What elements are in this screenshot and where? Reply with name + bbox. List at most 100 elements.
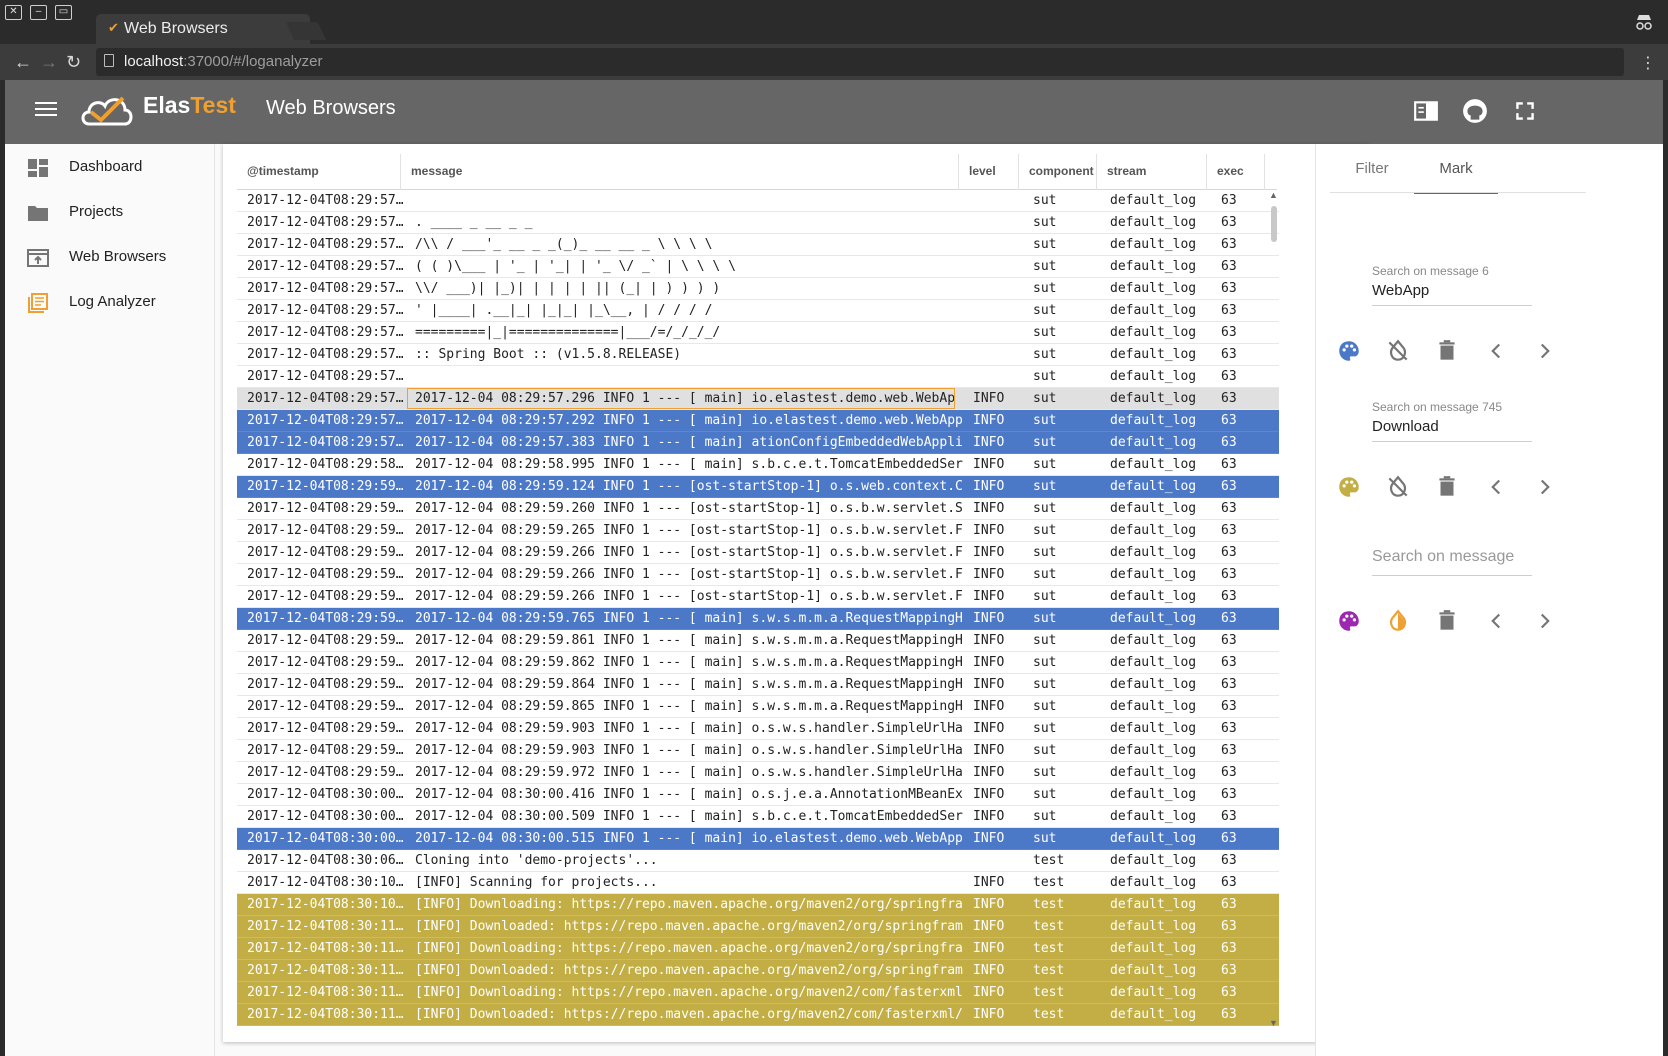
cell-stream: default_log [1110, 875, 1197, 890]
table-row[interactable]: 2017-12-04T08:29:59… 2017-12-04 08:29:59.… [237, 740, 1279, 762]
scroll-up-icon[interactable]: ▲ [1269, 190, 1278, 200]
invert-colors-off-icon[interactable] [1385, 474, 1411, 500]
window-maximize-button[interactable]: ▭ [55, 5, 72, 20]
palette-icon[interactable] [1336, 608, 1362, 634]
table-row[interactable]: 2017-12-04T08:29:57… 2017-12-04 08:29:57.… [237, 388, 1279, 410]
table-row[interactable]: 2017-12-04T08:29:59… 2017-12-04 08:29:59.… [237, 542, 1279, 564]
mark-search-input[interactable]: Search on message 6 WebApp [1372, 264, 1532, 306]
github-icon[interactable] [1462, 98, 1488, 124]
cell-timestamp: 2017-12-04T08:29:59… [247, 589, 403, 604]
table-row[interactable]: 2017-12-04T08:30:00… 2017-12-04 08:30:00.… [237, 806, 1279, 828]
table-row[interactable]: 2017-12-04T08:30:10… [INFO] Scanning for … [237, 872, 1279, 894]
cell-timestamp: 2017-12-04T08:29:59… [247, 699, 403, 714]
table-row[interactable]: 2017-12-04T08:30:00… 2017-12-04 08:30:00.… [237, 828, 1279, 850]
cell-component: sut [1033, 193, 1057, 208]
table-row[interactable]: 2017-12-04T08:29:57… sut default_log 63 [237, 366, 1279, 388]
table-row[interactable]: 2017-12-04T08:30:06… Cloning into 'demo-p… [237, 850, 1279, 872]
table-row[interactable]: 2017-12-04T08:29:59… 2017-12-04 08:29:59.… [237, 696, 1279, 718]
cell-timestamp: 2017-12-04T08:29:57… [247, 193, 403, 208]
page-info-icon[interactable] [104, 54, 114, 67]
delete-icon[interactable] [1434, 338, 1460, 364]
table-row[interactable]: 2017-12-04T08:29:57… \\/ ___)| |_)| | | |… [237, 278, 1279, 300]
table-row[interactable]: 2017-12-04T08:29:59… 2017-12-04 08:29:59.… [237, 608, 1279, 630]
table-row[interactable]: 2017-12-04T08:29:59… 2017-12-04 08:29:59.… [237, 564, 1279, 586]
mark-search-input[interactable]: Search on message [1372, 534, 1532, 576]
table-row[interactable]: 2017-12-04T08:29:57… ' |____| .__|_| |_|_… [237, 300, 1279, 322]
tab-filter[interactable]: Filter [1330, 152, 1414, 194]
browser-menu-icon[interactable]: ⋮ [1640, 53, 1656, 73]
table-row[interactable]: 2017-12-04T08:29:57… ( ( )\___ | '_ | '_|… [237, 256, 1279, 278]
table-row[interactable]: 2017-12-04T08:30:11… [INFO] Downloading: … [237, 938, 1279, 960]
fullscreen-icon[interactable] [1512, 98, 1538, 124]
column-header-timestamp[interactable]: @timestamp [237, 154, 401, 190]
chevron-right-icon[interactable] [1532, 608, 1558, 634]
palette-icon[interactable] [1336, 474, 1362, 500]
table-row[interactable]: 2017-12-04T08:29:57… . ____ _ __ _ _ sut de… [237, 212, 1279, 234]
table-row[interactable]: 2017-12-04T08:29:59… 2017-12-04 08:29:59.… [237, 718, 1279, 740]
table-row[interactable]: 2017-12-04T08:29:59… 2017-12-04 08:29:59.… [237, 762, 1279, 784]
table-row[interactable]: 2017-12-04T08:30:11… [INFO] Downloaded: h… [237, 1004, 1279, 1026]
table-row[interactable]: 2017-12-04T08:29:59… 2017-12-04 08:29:59.… [237, 674, 1279, 696]
grid-header: @timestamp message level component strea… [237, 154, 1277, 190]
sidebar-item-web-browsers[interactable]: Web Browsers [5, 236, 215, 280]
table-row[interactable]: 2017-12-04T08:29:57… /\\ / ___'_ __ _ _(_… [237, 234, 1279, 256]
delete-icon[interactable] [1434, 608, 1460, 634]
column-header-stream[interactable]: stream [1097, 154, 1207, 190]
mark-search-input[interactable]: Search on message 745 Download [1372, 400, 1532, 442]
table-row[interactable]: 2017-12-04T08:29:58… 2017-12-04 08:29:58.… [237, 454, 1279, 476]
table-row[interactable]: 2017-12-04T08:29:59… 2017-12-04 08:29:59.… [237, 476, 1279, 498]
table-row[interactable]: 2017-12-04T08:30:10… [INFO] Downloading: … [237, 894, 1279, 916]
column-header-level[interactable]: level [959, 154, 1019, 190]
table-row[interactable]: 2017-12-04T08:30:11… [INFO] Downloaded: h… [237, 916, 1279, 938]
chevron-left-icon[interactable] [1483, 338, 1509, 364]
scroll-down-icon[interactable]: ▼ [1269, 1018, 1278, 1028]
web-browsers-icon [27, 249, 49, 267]
column-header-component[interactable]: component [1019, 154, 1097, 190]
table-row[interactable]: 2017-12-04T08:29:59… 2017-12-04 08:29:59.… [237, 652, 1279, 674]
panel-toggle-icon[interactable] [1413, 98, 1439, 124]
chevron-left-icon[interactable] [1483, 608, 1509, 634]
reload-icon[interactable]: ↻ [66, 52, 81, 73]
cell-component: sut [1033, 391, 1057, 406]
tab-mark[interactable]: Mark [1414, 152, 1498, 194]
sidebar-item-projects[interactable]: Projects [5, 191, 215, 235]
delete-icon[interactable] [1434, 474, 1460, 500]
chevron-left-icon[interactable] [1483, 474, 1509, 500]
window-close-button[interactable]: ✕ [5, 5, 22, 20]
chevron-right-icon[interactable] [1532, 338, 1558, 364]
table-row[interactable]: 2017-12-04T08:30:11… [INFO] Downloaded: h… [237, 960, 1279, 982]
grid-scrollbar[interactable]: ▲ ▼ [1267, 190, 1281, 1028]
window-minimize-button[interactable]: – [30, 5, 47, 20]
invert-colors-off-icon[interactable] [1385, 338, 1411, 364]
cell-timestamp: 2017-12-04T08:29:57… [247, 215, 403, 230]
scrollbar-thumb[interactable] [1271, 206, 1277, 242]
palette-icon[interactable] [1336, 338, 1362, 364]
browser-tab[interactable]: ✔ Web Browsers × [96, 14, 310, 44]
back-icon[interactable]: ← [14, 52, 32, 73]
mark-actions [1336, 338, 1576, 368]
menu-icon[interactable] [35, 98, 57, 116]
table-row[interactable]: 2017-12-04T08:29:59… 2017-12-04 08:29:59.… [237, 498, 1279, 520]
invert-colors-icon[interactable] [1385, 608, 1411, 634]
chevron-right-icon[interactable] [1532, 474, 1558, 500]
cell-stream: default_log [1110, 853, 1197, 868]
cell-exec: 63 [1221, 831, 1237, 846]
table-row[interactable]: 2017-12-04T08:29:57… =========|_|========… [237, 322, 1279, 344]
cell-timestamp: 2017-12-04T08:29:59… [247, 765, 403, 780]
table-row[interactable]: 2017-12-04T08:29:57… sut default_log 63 [237, 190, 1279, 212]
sidebar-item-log-analyzer[interactable]: Log Analyzer [5, 281, 215, 325]
table-row[interactable]: 2017-12-04T08:29:57…:: Spring Boot :: (v… [237, 344, 1279, 366]
column-header-exec[interactable]: exec [1207, 154, 1265, 190]
table-row[interactable]: 2017-12-04T08:29:59… 2017-12-04 08:29:59.… [237, 630, 1279, 652]
cell-level: INFO [973, 919, 1005, 934]
table-row[interactable]: 2017-12-04T08:30:00… 2017-12-04 08:30:00.… [237, 784, 1279, 806]
table-row[interactable]: 2017-12-04T08:29:57… 2017-12-04 08:29:57.… [237, 432, 1279, 454]
forward-icon[interactable]: → [40, 52, 58, 73]
table-row[interactable]: 2017-12-04T08:29:59… 2017-12-04 08:29:59.… [237, 520, 1279, 542]
url-field[interactable]: localhost:37000/#/loganalyzer [96, 48, 1624, 76]
table-row[interactable]: 2017-12-04T08:30:11… [INFO] Downloading: … [237, 982, 1279, 1004]
table-row[interactable]: 2017-12-04T08:29:57… 2017-12-04 08:29:57.… [237, 410, 1279, 432]
sidebar-item-dashboard[interactable]: Dashboard [5, 146, 215, 190]
column-header-message[interactable]: message [401, 154, 959, 190]
table-row[interactable]: 2017-12-04T08:29:59… 2017-12-04 08:29:59.… [237, 586, 1279, 608]
